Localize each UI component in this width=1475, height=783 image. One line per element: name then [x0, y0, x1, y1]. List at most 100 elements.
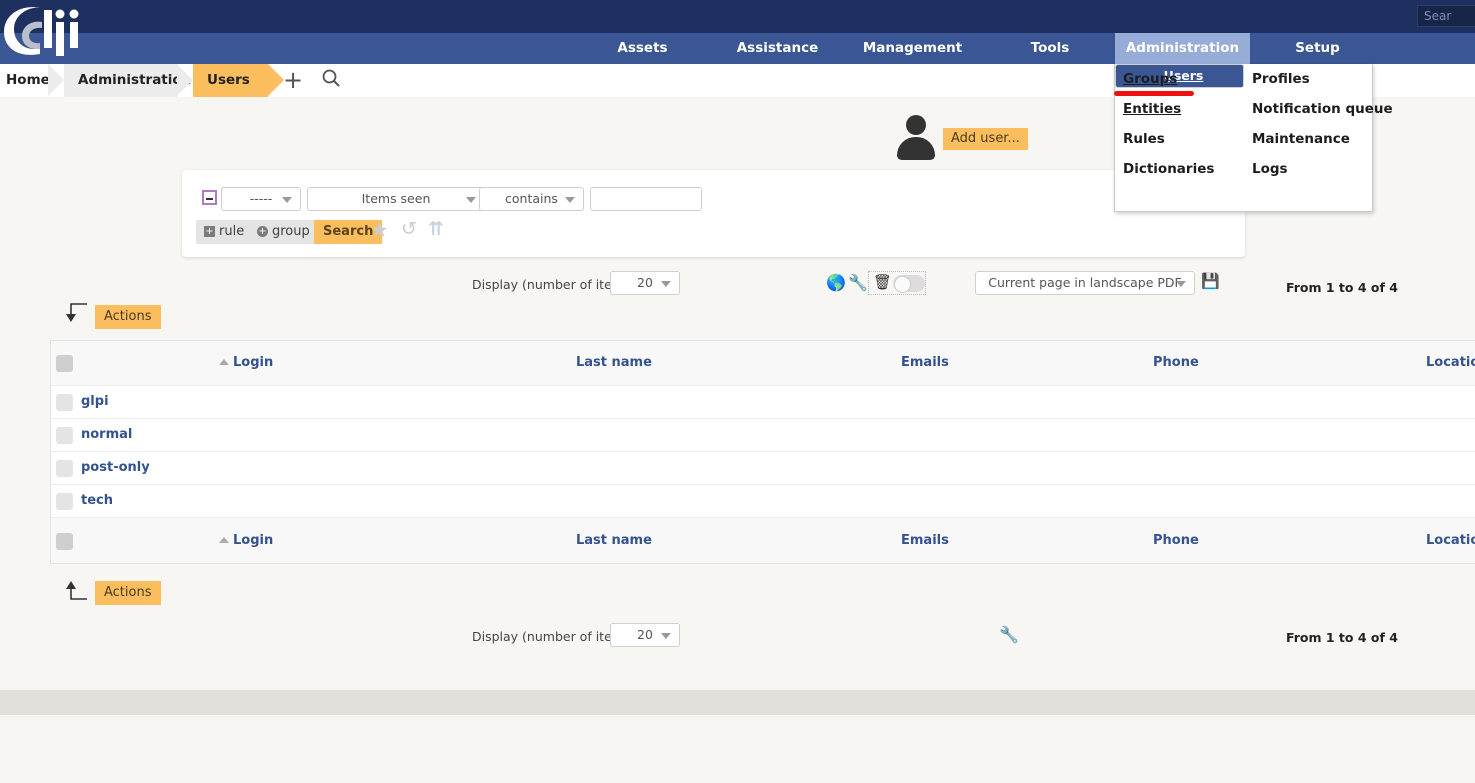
undo-icon[interactable]: ↺	[401, 218, 417, 240]
chevron-down-icon	[661, 633, 671, 639]
result-counter-bottom: From 1 to 4 of 4	[1286, 630, 1398, 645]
row-checkbox[interactable]	[56, 493, 73, 510]
wrench-icon-bottom[interactable]: 🔧	[999, 627, 1019, 643]
display-count-value-bottom: 20	[637, 627, 653, 642]
arrow-up-hook-icon	[57, 579, 90, 601]
column-header-login[interactable]: Login	[219, 355, 273, 370]
table-row[interactable]: glpi	[51, 386, 1475, 419]
column-header-location[interactable]: Location	[1426, 355, 1475, 370]
globe-icon[interactable]: 🌎	[826, 275, 846, 291]
criteria-value-input[interactable]	[590, 187, 702, 211]
cell-login[interactable]: post-only	[81, 460, 150, 475]
criteria-operator-value: contains	[505, 191, 558, 206]
plus-icon[interactable]: +	[280, 64, 306, 97]
column-footer-emails[interactable]: Emails	[901, 533, 949, 548]
plus-circle-icon: +	[257, 226, 268, 237]
criteria-field-value: Items seen	[361, 191, 431, 206]
breadcrumb-item-administration[interactable]: Administration	[64, 64, 193, 97]
column-header-last-name[interactable]: Last name	[576, 355, 652, 370]
search-icon[interactable]	[318, 64, 344, 97]
column-footer-login[interactable]: Login	[219, 533, 273, 548]
glpi-logo[interactable]	[0, 2, 120, 60]
breadcrumb-item-users[interactable]: Users	[193, 64, 284, 97]
dropdown-column-left: Users Groups Entities Rules Dictionaries	[1115, 64, 1244, 184]
dropdown-item-entities[interactable]: Entities	[1115, 94, 1244, 124]
select-all-checkbox-top[interactable]	[56, 355, 73, 372]
row-checkbox[interactable]	[56, 427, 73, 444]
arrow-down-hook-icon	[57, 302, 90, 324]
user-avatar-icon	[895, 115, 937, 160]
table-row[interactable]: post-only	[51, 452, 1475, 485]
row-checkbox[interactable]	[56, 394, 73, 411]
trash-icon[interactable]: 🗑	[873, 275, 892, 290]
criteria-field-select[interactable]: Items seen	[307, 187, 485, 211]
active-item-underline	[1114, 91, 1194, 96]
menu-item-administration[interactable]: Administration	[1115, 33, 1250, 64]
menu-item-tools[interactable]: Tools	[985, 33, 1115, 64]
add-rule-button[interactable]: + rule	[196, 220, 253, 244]
dropdown-item-rules[interactable]: Rules	[1115, 124, 1244, 154]
breadcrumb-item-home[interactable]: Home	[0, 64, 64, 97]
column-footer-phone[interactable]: Phone	[1153, 533, 1199, 548]
dropdown-item-maintenance[interactable]: Maintenance	[1244, 124, 1373, 154]
column-header-emails[interactable]: Emails	[901, 355, 949, 370]
chevron-down-icon	[466, 197, 476, 203]
remove-criteria-icon[interactable]	[202, 190, 217, 205]
sort-asc-icon	[219, 536, 229, 543]
global-search-input[interactable]: Sear	[1417, 5, 1475, 27]
toggle-switch[interactable]	[893, 275, 925, 293]
column-header-phone[interactable]: Phone	[1153, 355, 1199, 370]
chevron-double-up-icon[interactable]: ⇈	[428, 218, 444, 240]
breadcrumb-chevron-icon	[177, 64, 193, 96]
main-menu-bar: Assets Assistance Management Tools Admin…	[0, 33, 1475, 64]
actions-button-bottom[interactable]: Actions	[95, 581, 161, 605]
dropdown-item-logs[interactable]: Logs	[1244, 154, 1373, 184]
save-export-icon[interactable]: 💾	[1201, 274, 1220, 289]
cell-login[interactable]: tech	[81, 493, 113, 508]
sort-asc-icon	[219, 359, 229, 365]
add-group-button[interactable]: + group	[249, 220, 318, 244]
column-footer-last-name[interactable]: Last name	[576, 533, 652, 548]
breadcrumb-label: Home	[6, 72, 50, 88]
menu-item-setup[interactable]: Setup	[1250, 33, 1385, 64]
breadcrumb-label: Administration	[78, 72, 192, 88]
chevron-down-icon	[565, 197, 575, 203]
dropdown-item-profiles[interactable]: Profiles	[1244, 64, 1373, 94]
plus-square-icon: +	[204, 226, 215, 237]
table-footer-row: Login Last name Emails Phone Location	[51, 518, 1475, 563]
table-row[interactable]: tech	[51, 485, 1475, 518]
dropdown-item-groups[interactable]: Groups	[1115, 64, 1244, 94]
chevron-down-icon	[282, 197, 292, 203]
chevron-down-icon	[661, 281, 671, 287]
search-criteria-panel: ----- Items seen contains + rule + group S…	[182, 170, 1245, 257]
select-all-checkbox-bottom[interactable]	[56, 532, 73, 550]
users-table: Login Last name Emails Phone Location gl…	[50, 340, 1475, 564]
actions-button-top[interactable]: Actions	[95, 305, 161, 329]
top-bar	[0, 0, 1475, 33]
dropdown-item-dictionaries[interactable]: Dictionaries	[1115, 154, 1244, 184]
breadcrumb-chevron-icon	[48, 64, 64, 96]
criteria-link-select[interactable]: -----	[221, 187, 301, 211]
wrench-icon[interactable]: 🔧	[848, 275, 868, 291]
export-format-select[interactable]: Current page in landscape PDF	[975, 271, 1195, 295]
cell-login[interactable]: normal	[81, 427, 132, 442]
criteria-operator-select[interactable]: contains	[479, 187, 584, 211]
export-format-value: Current page in landscape PDF	[988, 275, 1182, 290]
table-row[interactable]: normal	[51, 419, 1475, 452]
menu-item-management[interactable]: Management	[840, 33, 985, 64]
row-checkbox[interactable]	[56, 460, 73, 477]
display-count-select-bottom[interactable]: 20	[610, 623, 680, 647]
add-user-button[interactable]: Add user...	[943, 128, 1028, 150]
column-footer-location[interactable]: Location	[1426, 533, 1475, 548]
cell-login[interactable]: glpi	[81, 394, 109, 409]
menu-item-assistance[interactable]: Assistance	[715, 33, 840, 64]
display-count-select-top[interactable]: 20	[610, 271, 680, 295]
chevron-down-icon	[1176, 281, 1186, 287]
breadcrumb-label: Users	[207, 72, 250, 88]
display-count-value-top: 20	[637, 275, 653, 290]
result-counter-top: From 1 to 4 of 4	[1286, 280, 1398, 295]
star-icon[interactable]: ★	[370, 218, 389, 242]
menu-item-assets[interactable]: Assets	[570, 33, 715, 64]
dropdown-item-notification-queue[interactable]: Notification queue	[1244, 94, 1393, 124]
criteria-link-value: -----	[249, 191, 273, 206]
